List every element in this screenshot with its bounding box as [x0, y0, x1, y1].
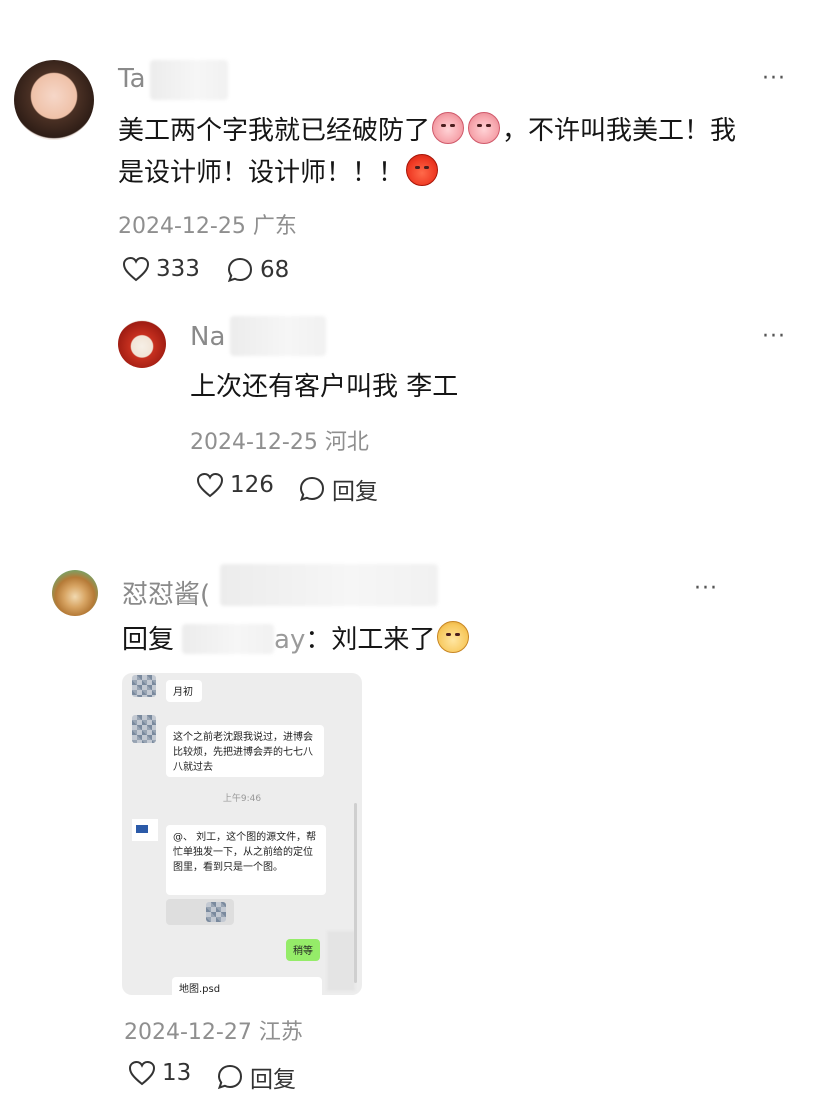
chat-file-message[interactable]: 地图.psd	[172, 977, 322, 995]
comment-date-location: 2024-12-25 河北	[190, 430, 369, 455]
laughing-crying-emoji-icon	[468, 112, 501, 144]
comment-date-location: 2024-12-27 江苏	[124, 1020, 303, 1045]
comment-author-name[interactable]: Ta	[118, 64, 146, 94]
like-button[interactable]: 333	[122, 256, 200, 282]
comment-text-part: ：刘工来了	[305, 625, 436, 655]
angry-devil-emoji-icon	[406, 154, 439, 186]
chat-attachment-preview	[166, 899, 234, 925]
chat-message: 月初	[166, 680, 202, 702]
comment-bubble-icon	[227, 257, 253, 283]
chat-avatar	[327, 931, 355, 991]
like-button[interactable]: 126	[196, 472, 274, 498]
reply-label: 回复	[250, 1067, 296, 1093]
heart-icon	[122, 256, 150, 282]
reply-prefix: 回复	[122, 625, 175, 655]
comment-bubble-icon	[217, 1064, 243, 1090]
more-options-button[interactable]: ···	[762, 324, 786, 349]
reply-target[interactable]: ay	[274, 625, 305, 655]
laughing-crying-emoji-icon	[432, 112, 465, 144]
reply-count: 68	[260, 257, 290, 283]
redacted-name	[230, 316, 326, 356]
chat-avatar	[132, 675, 156, 697]
heart-icon	[196, 472, 224, 498]
smirk-emoji-icon	[437, 621, 470, 653]
comment-text: 回复 ay：刘工来了	[122, 619, 471, 661]
chat-message: @、 刘工，这个图的源文件，帮忙单独发一下，从之前给的定位图里，看到只是一个图。	[166, 825, 326, 895]
comment-bubble-icon	[299, 476, 325, 502]
chat-message: 这个之前老沈跟我说过，进博会比较烦，先把进博会弄的七七八八就过去	[166, 725, 324, 777]
scrollbar[interactable]	[354, 803, 357, 983]
redacted-name	[220, 564, 438, 606]
chat-avatar	[132, 715, 156, 743]
comment-text-part: ，不许叫我美工！我	[502, 116, 737, 146]
reply-count-button[interactable]: 68	[226, 256, 289, 284]
more-options-button[interactable]: ···	[762, 66, 786, 91]
chat-timestamp: 上午9:46	[222, 794, 262, 804]
heart-icon	[128, 1060, 156, 1086]
redacted-name	[150, 60, 228, 100]
attachment-thumbnail	[206, 902, 226, 922]
like-count: 126	[230, 472, 274, 498]
more-options-button[interactable]: ···	[694, 576, 718, 601]
redacted-mention	[182, 624, 275, 654]
like-count: 333	[156, 256, 200, 282]
chat-avatar	[132, 819, 158, 841]
comment-text: 美工两个字我就已经破防了 ，不许叫我美工！我 是设计师！设计师！！！	[118, 110, 798, 194]
comment-text-part: 美工两个字我就已经破防了	[118, 116, 431, 146]
chat-message-sent: 稍等	[286, 939, 320, 961]
avatar[interactable]	[14, 60, 94, 140]
like-count: 13	[162, 1060, 192, 1086]
comment-author-name[interactable]: Na	[190, 322, 225, 352]
comment-text: 上次还有客户叫我 李工	[190, 372, 459, 402]
reply-label: 回复	[332, 479, 378, 505]
comment-date-location: 2024-12-25 广东	[118, 214, 297, 239]
reply-button[interactable]: 回复	[216, 1060, 296, 1094]
comment-text-part: 是设计师！设计师！！！	[118, 158, 405, 188]
avatar[interactable]	[52, 570, 98, 616]
avatar[interactable]	[118, 320, 166, 368]
comment-author-name[interactable]: 怼怼酱(	[122, 574, 210, 611]
attached-chat-screenshot[interactable]: 月初 这个之前老沈跟我说过，进博会比较烦，先把进博会弄的七七八八就过去 上午9:…	[122, 673, 362, 995]
like-button[interactable]: 13	[128, 1060, 191, 1086]
reply-button[interactable]: 回复	[298, 472, 378, 506]
